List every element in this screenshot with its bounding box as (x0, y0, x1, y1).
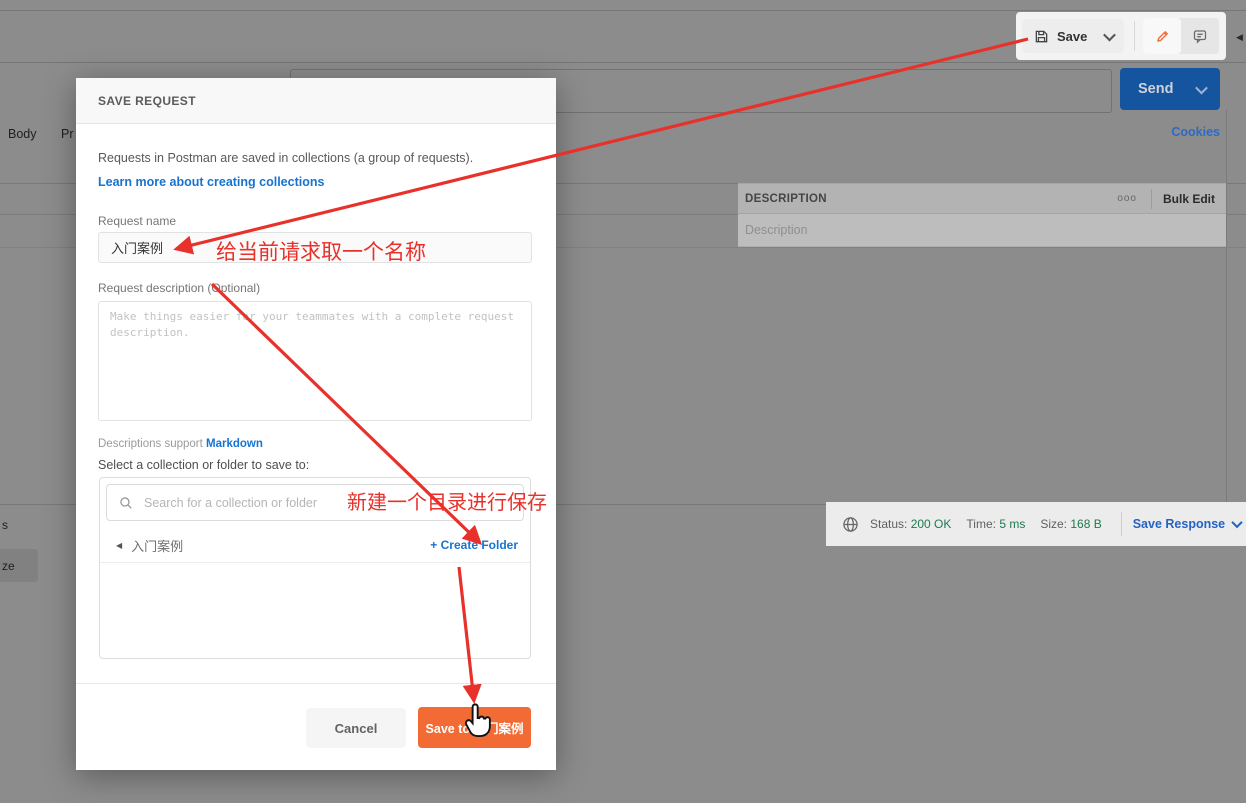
more-options-icon[interactable]: ooo (1117, 193, 1137, 204)
pencil-icon (1155, 29, 1170, 44)
create-folder-link[interactable]: + Create Folder (430, 538, 518, 552)
collection-search-input[interactable] (142, 495, 523, 511)
collection-search-box (106, 484, 524, 521)
select-collection-label: Select a collection or folder to save to… (98, 458, 309, 472)
status-label: Status: (870, 517, 907, 531)
markdown-note: Descriptions support Markdown (98, 438, 263, 450)
save-request-dialog: SAVE REQUEST Requests in Postman are sav… (76, 78, 556, 770)
status-value: 200 OK (911, 517, 952, 531)
time-value: 5 ms (999, 517, 1025, 531)
edit-comment-group (1143, 18, 1219, 54)
dialog-header: SAVE REQUEST (76, 78, 556, 124)
panel-collapse-icon[interactable]: ◀ (1236, 32, 1243, 43)
dialog-title: SAVE REQUEST (98, 94, 196, 108)
collapse-caret-icon[interactable]: ◀ (116, 541, 122, 550)
comment-button[interactable] (1181, 18, 1219, 54)
request-description-textarea[interactable] (98, 301, 532, 421)
dialog-intro-text: Requests in Postman are saved in collect… (98, 151, 538, 165)
save-to-collection-button[interactable]: Save to 入门案例 (418, 707, 531, 748)
search-icon (119, 496, 133, 510)
cancel-button[interactable]: Cancel (306, 708, 406, 748)
save-toolbar-group: Save (1016, 12, 1226, 60)
send-dropdown-chevron-icon[interactable] (1195, 81, 1208, 94)
markdown-note-text: Descriptions support (98, 438, 206, 450)
comment-icon (1192, 28, 1208, 44)
table-row[interactable]: Description (738, 214, 1226, 247)
collection-row[interactable]: ◀ 入门案例 + Create Folder (100, 528, 530, 563)
bulk-edit-button[interactable]: Bulk Edit (1152, 192, 1226, 206)
request-name-input[interactable] (98, 232, 532, 263)
size-field: Size: 168 B (1040, 517, 1101, 531)
save-response-button[interactable]: Save Response (1133, 517, 1241, 531)
params-table: DESCRIPTION ooo Bulk Edit Description (738, 183, 1226, 247)
table-header-row: DESCRIPTION ooo Bulk Edit (738, 183, 1226, 214)
send-button-label: Send (1138, 81, 1173, 97)
save-response-chevron-icon (1231, 517, 1242, 528)
status-field: Status: 200 OK (870, 517, 951, 531)
markdown-link[interactable]: Markdown (206, 438, 263, 450)
request-description-label: Request description (Optional) (98, 281, 260, 295)
postman-window: Body Pr s ze Save ◀ Send (0, 0, 1246, 803)
save-group-separator (1134, 21, 1135, 51)
send-button[interactable]: Send (1120, 68, 1220, 110)
response-status-bar: Status: 200 OK Time: 5 ms Size: 168 B Sa… (826, 502, 1246, 546)
save-button-label: Save (1057, 29, 1087, 44)
collection-name: 入门案例 (131, 536, 183, 555)
save-dropdown-chevron-icon[interactable] (1104, 28, 1117, 41)
request-name-label: Request name (98, 214, 176, 228)
save-icon (1034, 29, 1049, 44)
description-cell-placeholder: Description (745, 223, 808, 237)
edit-request-button[interactable] (1143, 18, 1181, 54)
globe-icon (842, 516, 859, 533)
status-separator (1121, 512, 1122, 536)
learn-more-link[interactable]: Learn more about creating collections (98, 175, 324, 189)
size-label: Size: (1040, 517, 1067, 531)
time-label: Time: (966, 517, 996, 531)
save-response-label: Save Response (1133, 517, 1225, 531)
cookies-link[interactable]: Cookies (1160, 125, 1220, 139)
size-value: 168 B (1070, 517, 1101, 531)
description-column-header: DESCRIPTION (745, 193, 1117, 205)
time-field: Time: 5 ms (966, 517, 1025, 531)
dialog-footer-divider (76, 683, 556, 684)
save-button[interactable]: Save (1022, 19, 1124, 53)
collection-picker-panel: ◀ 入门案例 + Create Folder (99, 477, 531, 659)
